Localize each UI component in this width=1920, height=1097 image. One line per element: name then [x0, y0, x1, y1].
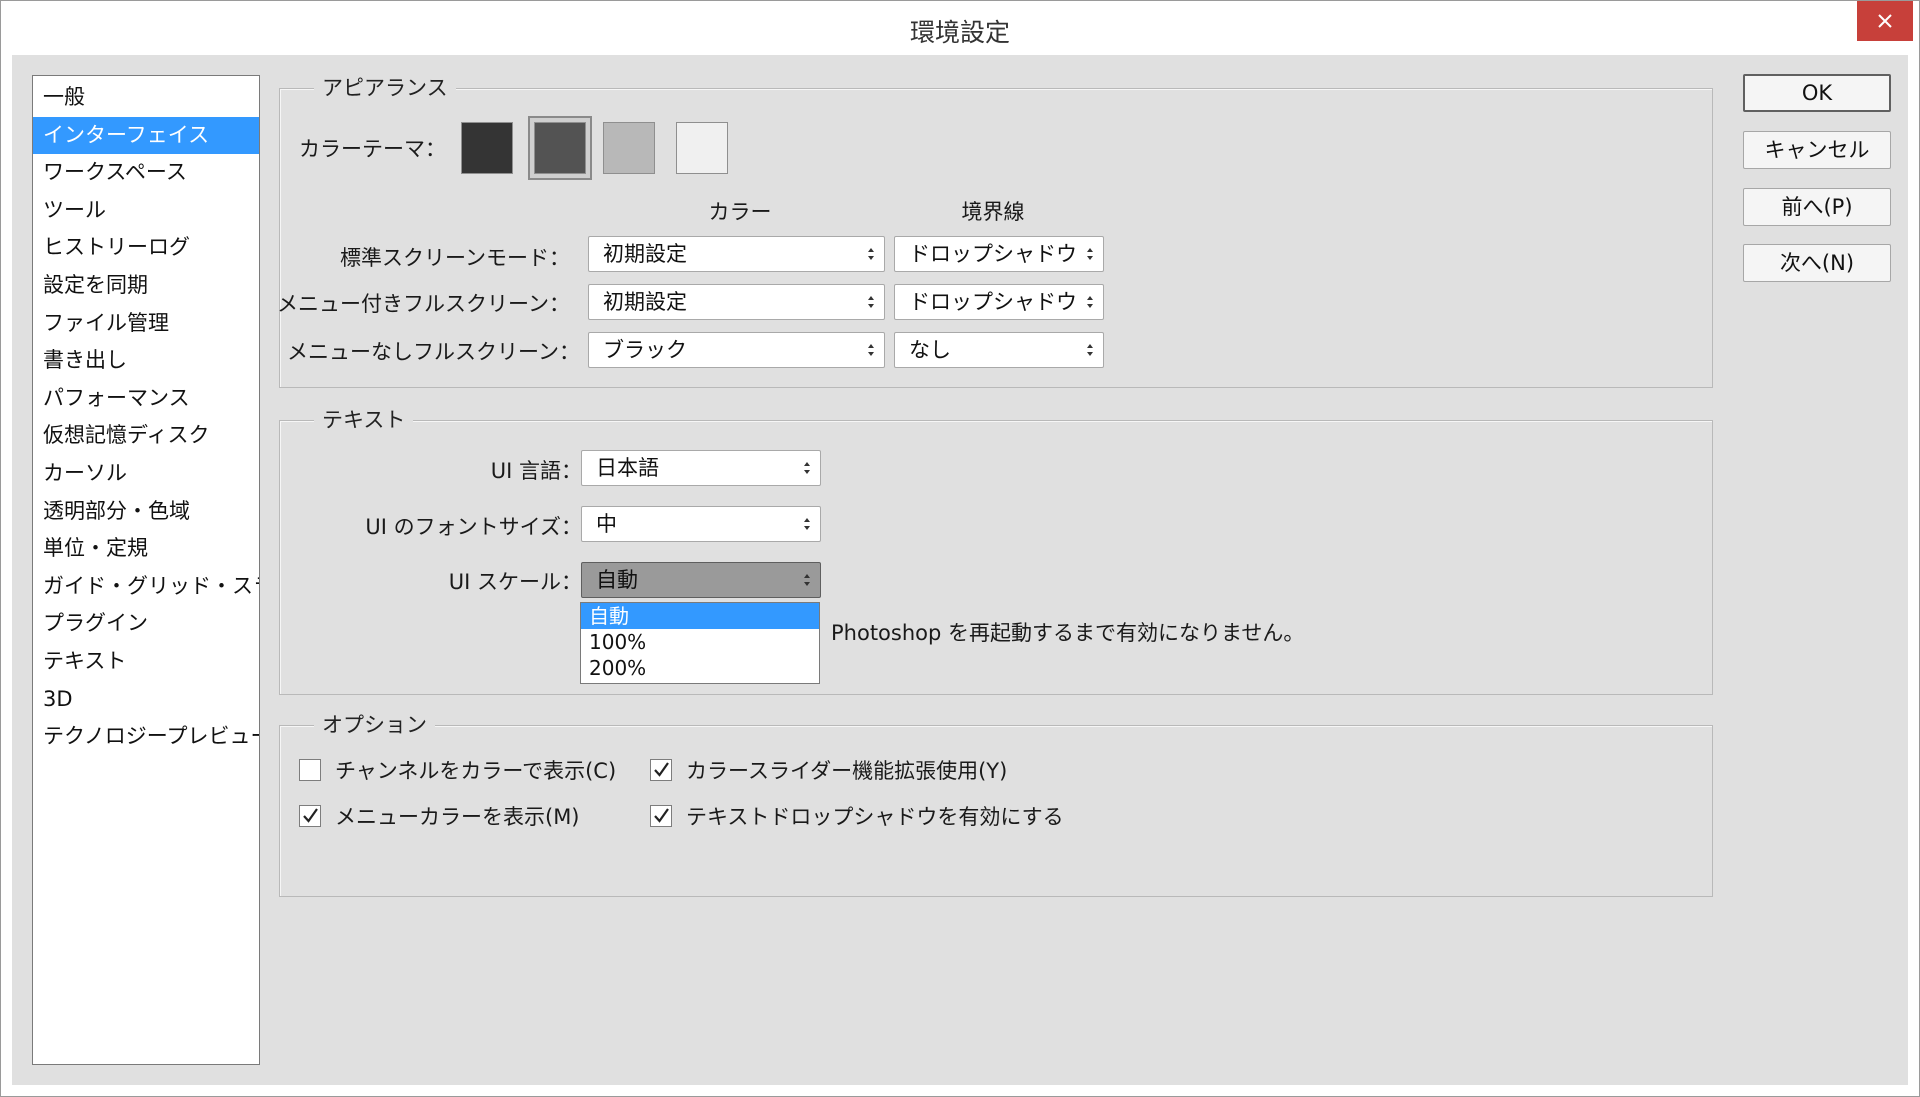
border-column-header: 境界線	[961, 200, 1025, 224]
cancel-button[interactable]: キャンセル	[1743, 131, 1891, 169]
standard-screen-color-value: 初期設定	[603, 242, 687, 266]
sidebar-item-guides-grid-slices[interactable]: ガイド・グリッド・スライス	[33, 568, 259, 606]
full-screen-menus-border-select[interactable]: ドロップシャドウ	[894, 284, 1104, 320]
ui-font-size-label: UI のフォントサイズ：	[365, 515, 582, 539]
category-list[interactable]: 一般 インターフェイス ワークスペース ツール ヒストリーログ 設定を同期 ファ…	[32, 75, 260, 1065]
theme-swatch-darkest[interactable]	[461, 122, 513, 174]
dynamic-color-sliders-label: カラースライダー機能拡張使用(Y)	[686, 759, 1008, 783]
select-arrows-icon	[804, 518, 810, 530]
title-bar: 環境設定	[1, 1, 1919, 55]
select-arrows-icon	[868, 248, 874, 260]
select-arrows-icon	[1087, 248, 1093, 260]
standard-screen-mode-label: 標準スクリーンモード：	[340, 246, 570, 270]
checkmark-icon	[654, 762, 669, 777]
ui-language-label: UI 言語：	[490, 459, 582, 483]
full-screen-with-menus-label: メニュー付きフルスクリーン：	[277, 292, 570, 316]
sidebar-item-3d[interactable]: 3D	[33, 681, 259, 719]
sidebar-item-workspace[interactable]: ワークスペース	[33, 154, 259, 192]
show-channels-in-color-option[interactable]: チャンネルをカラーで表示(C)	[299, 755, 616, 785]
sidebar-item-plugins[interactable]: プラグイン	[33, 605, 259, 643]
sidebar-item-history-log[interactable]: ヒストリーログ	[33, 229, 259, 267]
theme-swatch-lightest[interactable]	[676, 122, 728, 174]
select-arrows-icon	[1087, 296, 1093, 308]
ui-scale-dropdown[interactable]: 自動 100% 200%	[580, 602, 820, 684]
ui-language-value: 日本語	[596, 456, 659, 480]
select-arrows-icon	[868, 296, 874, 308]
dialog-title: 環境設定	[909, 18, 1010, 47]
options-group-title: オプション	[314, 710, 435, 740]
sidebar-item-performance[interactable]: パフォーマンス	[33, 380, 259, 418]
appearance-group-title: アピアランス	[314, 73, 456, 103]
theme-swatch-dark[interactable]	[534, 122, 586, 174]
ui-scale-option-100[interactable]: 100%	[581, 629, 819, 655]
sidebar-item-tools[interactable]: ツール	[33, 192, 259, 230]
full-screen-border-value: なし	[909, 338, 951, 362]
close-icon	[1878, 14, 1892, 28]
ui-scale-label: UI スケール：	[448, 570, 582, 594]
color-column-header: カラー	[708, 200, 772, 224]
full-screen-menus-color-value: 初期設定	[603, 290, 687, 314]
restart-note: Photoshop を再起動するまで有効になりません。	[831, 621, 1305, 645]
sidebar-item-interface[interactable]: インターフェイス	[33, 116, 259, 155]
dialog-body: 一般 インターフェイス ワークスペース ツール ヒストリーログ 設定を同期 ファ…	[12, 55, 1908, 1085]
select-arrows-icon	[868, 344, 874, 356]
color-theme-label: カラーテーマ：	[299, 137, 446, 161]
full-screen-color-select[interactable]: ブラック	[588, 332, 885, 368]
standard-screen-color-select[interactable]: 初期設定	[588, 236, 885, 272]
standard-screen-border-select[interactable]: ドロップシャドウ	[894, 236, 1104, 272]
full-screen-color-value: ブラック	[603, 338, 687, 362]
sidebar-item-cursors[interactable]: カーソル	[33, 455, 259, 493]
ui-scale-option-200[interactable]: 200%	[581, 655, 819, 681]
show-channels-in-color-label: チャンネルをカラーで表示(C)	[335, 759, 617, 783]
ui-scale-option-auto[interactable]: 自動	[581, 603, 819, 629]
dynamic-color-sliders-option[interactable]: カラースライダー機能拡張使用(Y)	[650, 755, 1007, 785]
show-menu-colors-checkbox[interactable]	[299, 805, 321, 827]
checkmark-icon	[654, 808, 669, 823]
text-drop-shadow-option[interactable]: テキストドロップシャドウを有効にする	[650, 801, 1064, 831]
sidebar-item-transparency-gamut[interactable]: 透明部分・色域	[33, 493, 259, 531]
next-button[interactable]: 次へ(N)	[1743, 244, 1891, 282]
ui-scale-select[interactable]: 自動	[581, 562, 821, 598]
ok-button[interactable]: OK	[1743, 74, 1891, 112]
sidebar-item-type[interactable]: テキスト	[33, 643, 259, 681]
previous-button[interactable]: 前へ(P)	[1743, 188, 1891, 226]
theme-swatch-light[interactable]	[603, 122, 655, 174]
show-channels-in-color-checkbox[interactable]	[299, 759, 321, 781]
ui-font-size-value: 中	[596, 512, 617, 536]
sidebar-item-units-rulers[interactable]: 単位・定規	[33, 530, 259, 568]
full-screen-menus-border-value: ドロップシャドウ	[909, 290, 1077, 314]
ui-font-size-select[interactable]: 中	[581, 506, 821, 542]
close-button[interactable]	[1857, 1, 1913, 41]
sidebar-item-general[interactable]: 一般	[33, 79, 259, 117]
show-menu-colors-label: メニューカラーを表示(M)	[335, 805, 580, 829]
select-arrows-icon	[804, 574, 810, 586]
preferences-dialog: 環境設定 一般 インターフェイス ワークスペース ツール ヒストリーログ 設定を…	[0, 0, 1920, 1097]
full-screen-label: メニューなしフルスクリーン：	[287, 340, 580, 364]
ui-language-select[interactable]: 日本語	[581, 450, 821, 486]
ui-scale-value: 自動	[596, 568, 638, 592]
select-arrows-icon	[804, 462, 810, 474]
checkmark-icon	[303, 808, 318, 823]
standard-screen-border-value: ドロップシャドウ	[909, 242, 1077, 266]
text-group-title: テキスト	[314, 405, 414, 435]
sidebar-item-scratch-disks[interactable]: 仮想記憶ディスク	[33, 417, 259, 455]
dynamic-color-sliders-checkbox[interactable]	[650, 759, 672, 781]
show-menu-colors-option[interactable]: メニューカラーを表示(M)	[299, 801, 580, 831]
text-drop-shadow-label: テキストドロップシャドウを有効にする	[686, 805, 1064, 829]
sidebar-item-technology-previews[interactable]: テクノロジープレビュー	[33, 718, 259, 756]
text-drop-shadow-checkbox[interactable]	[650, 805, 672, 827]
full-screen-border-select[interactable]: なし	[894, 332, 1104, 368]
full-screen-menus-color-select[interactable]: 初期設定	[588, 284, 885, 320]
select-arrows-icon	[1087, 344, 1093, 356]
